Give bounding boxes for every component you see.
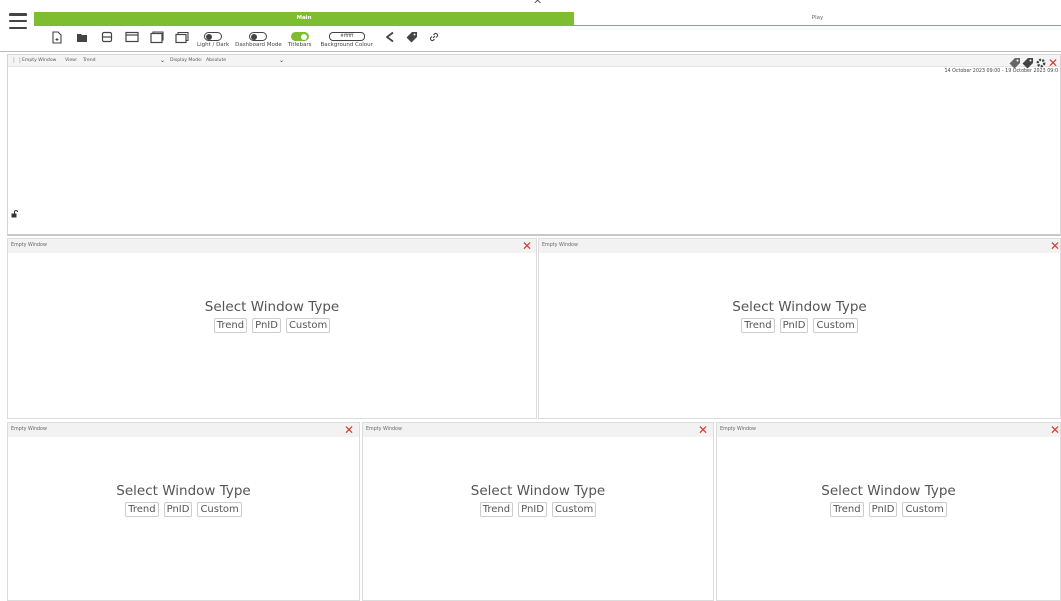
dashboard-mode-switch[interactable] xyxy=(249,32,268,41)
trend-button[interactable]: Trend xyxy=(125,502,159,517)
link-icon xyxy=(429,32,438,42)
dashboard-mode-toggle[interactable]: Dashboard Mode xyxy=(232,26,285,48)
window-2: Empty Window ✕ Select Window Type Trend … xyxy=(538,238,1061,419)
top-window-titlebar: ⋮⋮ Empty Window View: Trend ⌄ Display Mo… xyxy=(8,55,1060,67)
trend-button[interactable]: Trend xyxy=(830,502,864,517)
unlock-icon[interactable] xyxy=(11,203,18,222)
select-window-type-heading: Select Window Type xyxy=(821,483,956,499)
pnid-button[interactable]: PnID xyxy=(518,502,547,517)
view-select[interactable]: Trend xyxy=(83,55,96,67)
window-layers-icon xyxy=(174,31,189,43)
close-window-icon[interactable]: ✕ xyxy=(344,424,354,436)
window-5: Empty Window ✕ Select Window Type Trend … xyxy=(716,422,1061,601)
top-window-actions: ✕ xyxy=(1009,57,1058,69)
hamburger-menu-icon[interactable] xyxy=(9,13,27,29)
new-document-button[interactable] xyxy=(44,26,69,48)
toolbar: Light / Dark Dashboard Mode Titlebars #f… xyxy=(44,26,445,48)
window-3: Empty Window ✕ Select Window Type Trend … xyxy=(7,422,360,601)
custom-button[interactable]: Custom xyxy=(197,502,242,517)
share-icon xyxy=(386,31,394,43)
custom-button[interactable]: Custom xyxy=(813,318,858,333)
trend-button[interactable]: Trend xyxy=(213,318,248,333)
close-window-icon[interactable]: ✕ xyxy=(698,424,708,436)
light-dark-switch[interactable] xyxy=(204,32,223,41)
select-window-type-heading: Select Window Type xyxy=(116,483,251,499)
tag-outline-icon[interactable] xyxy=(1009,57,1021,69)
close-top-window-icon[interactable]: ✕ xyxy=(1048,57,1058,69)
window-icon xyxy=(124,31,139,43)
background-colour-picker[interactable]: #ffffff Background Colour xyxy=(315,26,379,48)
tag-icon[interactable] xyxy=(1022,57,1034,69)
pnid-button[interactable]: PnID xyxy=(868,502,898,517)
window-layers-button[interactable] xyxy=(169,26,194,48)
top-window: ⋮⋮ Empty Window View: Trend ⌄ Display Mo… xyxy=(7,54,1061,236)
window-title: Empty Window xyxy=(11,427,47,432)
window-4: Empty Window ✕ Select Window Type Trend … xyxy=(362,422,714,601)
window-stack-icon xyxy=(149,30,164,43)
pnid-button[interactable]: PnID xyxy=(779,318,809,333)
light-dark-toggle[interactable]: Light / Dark xyxy=(194,26,232,48)
open-folder-button[interactable] xyxy=(69,26,94,48)
custom-button[interactable]: Custom xyxy=(285,318,331,333)
share-button[interactable] xyxy=(379,26,401,48)
display-mode-chevron-down-icon[interactable]: ⌄ xyxy=(279,55,284,67)
tag-button[interactable] xyxy=(401,26,423,48)
close-window-icon[interactable]: ✕ xyxy=(1050,424,1060,436)
window-title: Empty Window xyxy=(11,243,47,248)
background-colour-swatch[interactable]: #ffffff xyxy=(328,32,365,41)
window-titlebar: Empty Window ✕ xyxy=(8,423,359,437)
save-button[interactable] xyxy=(94,26,119,48)
tag-icon xyxy=(406,32,417,43)
window-title: Empty Window xyxy=(542,243,578,248)
tab-play[interactable]: Play xyxy=(574,12,1061,25)
window-titlebar: Empty Window ✕ xyxy=(363,423,713,437)
tab-bar: Main Play xyxy=(34,12,1061,26)
display-mode-select[interactable]: Absolute xyxy=(206,55,226,67)
select-window-type-heading: Select Window Type xyxy=(470,483,606,499)
background-colour-label: Background Colour xyxy=(320,42,373,48)
save-icon xyxy=(101,31,112,43)
link-button[interactable] xyxy=(423,26,445,48)
light-dark-label: Light / Dark xyxy=(197,42,230,48)
window-title: Empty Window xyxy=(366,427,402,432)
view-chevron-down-icon[interactable]: ⌄ xyxy=(160,55,165,67)
window-button[interactable] xyxy=(119,26,144,48)
collapse-chevron-icon[interactable]: ^ xyxy=(533,0,542,10)
select-window-type: Select Window Type Trend PnID Custom xyxy=(8,299,536,333)
top-window-title: Empty Window xyxy=(22,58,57,63)
pnid-button[interactable]: PnID xyxy=(163,502,193,517)
window-titlebar: Empty Window ✕ xyxy=(717,423,1060,437)
window-titlebar: Empty Window ✕ xyxy=(8,239,536,253)
titlebars-label: Titlebars xyxy=(287,42,312,48)
select-window-type: Select Window Type Trend PnID Custom xyxy=(539,299,1060,333)
view-label: View: xyxy=(65,58,78,63)
tab-main[interactable]: Main xyxy=(34,12,574,25)
trend-button[interactable]: Trend xyxy=(741,318,775,333)
titlebars-toggle[interactable]: Titlebars xyxy=(285,26,315,48)
custom-button[interactable]: Custom xyxy=(902,502,947,517)
close-window-icon[interactable]: ✕ xyxy=(522,240,532,252)
window-stack-button[interactable] xyxy=(144,26,169,48)
window-titlebar: Empty Window ✕ xyxy=(539,239,1060,253)
dashboard-mode-label: Dashboard Mode xyxy=(235,42,282,48)
new-document-icon xyxy=(51,30,62,44)
date-range: 14 October 2023 09:00 - 19 October 2023 … xyxy=(944,69,1058,74)
close-window-icon[interactable]: ✕ xyxy=(1050,240,1060,252)
folder-icon xyxy=(76,33,87,42)
custom-button[interactable]: Custom xyxy=(551,502,597,517)
select-window-type-heading: Select Window Type xyxy=(732,299,867,315)
trend-button[interactable]: Trend xyxy=(479,502,514,517)
dashboard-app: ^ Main Play Light / Dark Dashboard Mode … xyxy=(0,0,1061,601)
window-title: Empty Window xyxy=(720,427,756,432)
display-mode-label: Display Mode: xyxy=(170,58,203,63)
select-window-type: Select Window Type Trend PnID Custom xyxy=(363,483,713,517)
select-window-type: Select Window Type Trend PnID Custom xyxy=(8,483,359,517)
gear-icon[interactable] xyxy=(1035,57,1047,69)
toolbar-divider xyxy=(0,51,1061,52)
select-window-type: Select Window Type Trend PnID Custom xyxy=(717,483,1060,517)
window-1: Empty Window ✕ Select Window Type Trend … xyxy=(7,238,537,419)
titlebars-switch[interactable] xyxy=(290,32,309,41)
pnid-button[interactable]: PnID xyxy=(252,318,281,333)
select-window-type-heading: Select Window Type xyxy=(204,299,340,315)
